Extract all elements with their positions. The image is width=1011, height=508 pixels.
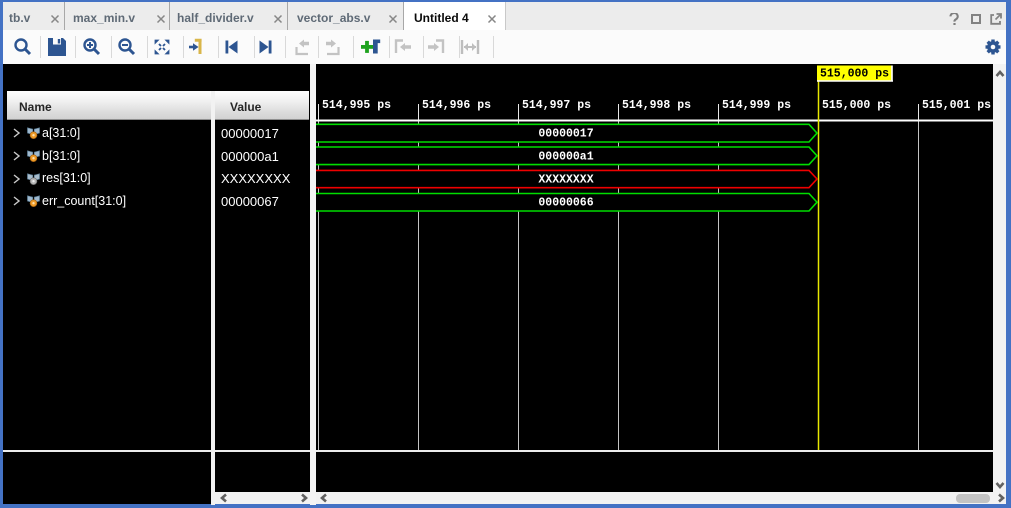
- svg-text:514,998 ps: 514,998 ps: [622, 99, 691, 112]
- svg-text:514,999 ps: 514,999 ps: [722, 99, 791, 112]
- svg-text:515,001 ps: 515,001 ps: [922, 99, 991, 112]
- svg-text:000000a1: 000000a1: [538, 151, 593, 164]
- svg-text:515,000 ps: 515,000 ps: [820, 67, 889, 80]
- svg-text:XXXXXXXX: XXXXXXXX: [538, 174, 593, 187]
- svg-text:00000017: 00000017: [538, 128, 593, 141]
- svg-text:514,995 ps: 514,995 ps: [322, 99, 391, 112]
- svg-text:00000066: 00000066: [538, 197, 593, 210]
- svg-text:514,997 ps: 514,997 ps: [522, 99, 591, 112]
- svg-text:515,000 ps: 515,000 ps: [822, 99, 891, 112]
- svg-text:514,996 ps: 514,996 ps: [422, 99, 491, 112]
